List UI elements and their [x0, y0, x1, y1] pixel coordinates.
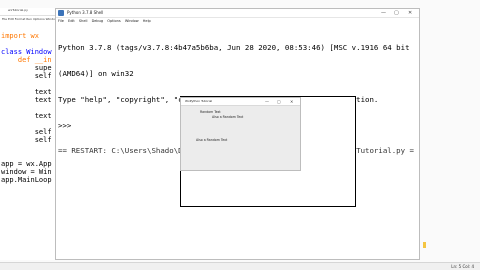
line-col-indicator: Ln: 5 Col: 4 — [451, 264, 474, 269]
editor-code-line: class Window — [1, 48, 52, 56]
python-icon — [58, 10, 64, 16]
editor-code-line — [1, 104, 52, 112]
shell-line: Python 3.7.8 (tags/v3.7.8:4b47a5b6ba, Ju… — [58, 43, 410, 53]
static-text-1: Random Text — [200, 110, 221, 114]
editor-code-line: self — [1, 72, 52, 80]
editor-window: wxTutorial.py File Edit Format Run Optio… — [0, 8, 65, 260]
shell-menu-edit[interactable]: Edit — [68, 19, 75, 23]
editor-code-line: import wx — [1, 32, 39, 40]
editor-code-line — [1, 144, 52, 152]
editor-code-line: self — [1, 136, 52, 144]
editor-menu-edit[interactable]: Edit — [8, 17, 14, 21]
app-maximize-button[interactable]: ▢ — [277, 99, 281, 104]
editor-menu-run[interactable]: Run — [26, 17, 32, 21]
editor-title: wxTutorial.py — [8, 8, 28, 12]
editor-code-line: app.MainLoop — [1, 176, 52, 184]
editor-code-line: supe — [1, 64, 52, 72]
shell-menu-help[interactable]: Help — [143, 19, 151, 23]
minimize-button[interactable]: — — [381, 10, 386, 16]
shell-menu-shell[interactable]: Shell — [79, 19, 88, 23]
status-bar: Ln: 5 Col: 4 — [0, 262, 480, 270]
app-title: WxPython Tutorial — [185, 99, 213, 103]
mouse-cursor — [423, 242, 426, 248]
static-text-2: Also a Random Text — [212, 115, 244, 119]
editor-code-line: text — [1, 96, 52, 104]
shell-menu-debug[interactable]: Debug — [92, 19, 104, 23]
maximize-button[interactable]: ▢ — [394, 10, 399, 16]
editor-menu-format[interactable]: Format — [15, 17, 26, 21]
shell-title: Python 3.7.8 Shell — [67, 10, 104, 15]
editor-code-line: text — [1, 112, 52, 120]
app-minimize-button[interactable]: — — [265, 99, 269, 104]
shell-menu-file[interactable]: File — [58, 19, 64, 23]
static-text-3: Also a Random Text — [196, 138, 228, 142]
shell-menu-window[interactable]: Window — [125, 19, 139, 23]
app-close-button[interactable]: ✕ — [290, 99, 293, 104]
editor-menu-file[interactable]: File — [2, 17, 7, 21]
editor-code-line — [1, 152, 52, 160]
editor-code-line: window = Win — [1, 168, 52, 176]
app-titlebar[interactable]: WxPython Tutorial — ▢ ✕ — [181, 98, 300, 106]
editor-menu-options[interactable]: Options — [33, 17, 45, 21]
editor-code-line: def __in — [1, 56, 52, 64]
editor-code-line — [1, 40, 52, 48]
editor-code-line: app = wx.App — [1, 160, 52, 168]
close-button[interactable]: ✕ — [408, 10, 412, 16]
shell-titlebar[interactable]: Python 3.7.8 Shell — ▢ ✕ — [56, 9, 419, 18]
shell-line: (AMD64)] on win32 — [58, 68, 134, 78]
wxpython-tutorial-window: WxPython Tutorial — ▢ ✕ Random Text Also… — [180, 97, 301, 171]
shell-menubar: File Edit Shell Debug Options Window Hel… — [58, 19, 154, 23]
editor-code-line: text — [1, 88, 52, 96]
editor-code-line — [1, 120, 52, 128]
editor-code-area[interactable]: import wx class Window def __in supe sel… — [1, 32, 52, 184]
shell-menu-options[interactable]: Options — [107, 19, 121, 23]
editor-code-line — [1, 80, 52, 88]
editor-code-line: self — [1, 128, 52, 136]
